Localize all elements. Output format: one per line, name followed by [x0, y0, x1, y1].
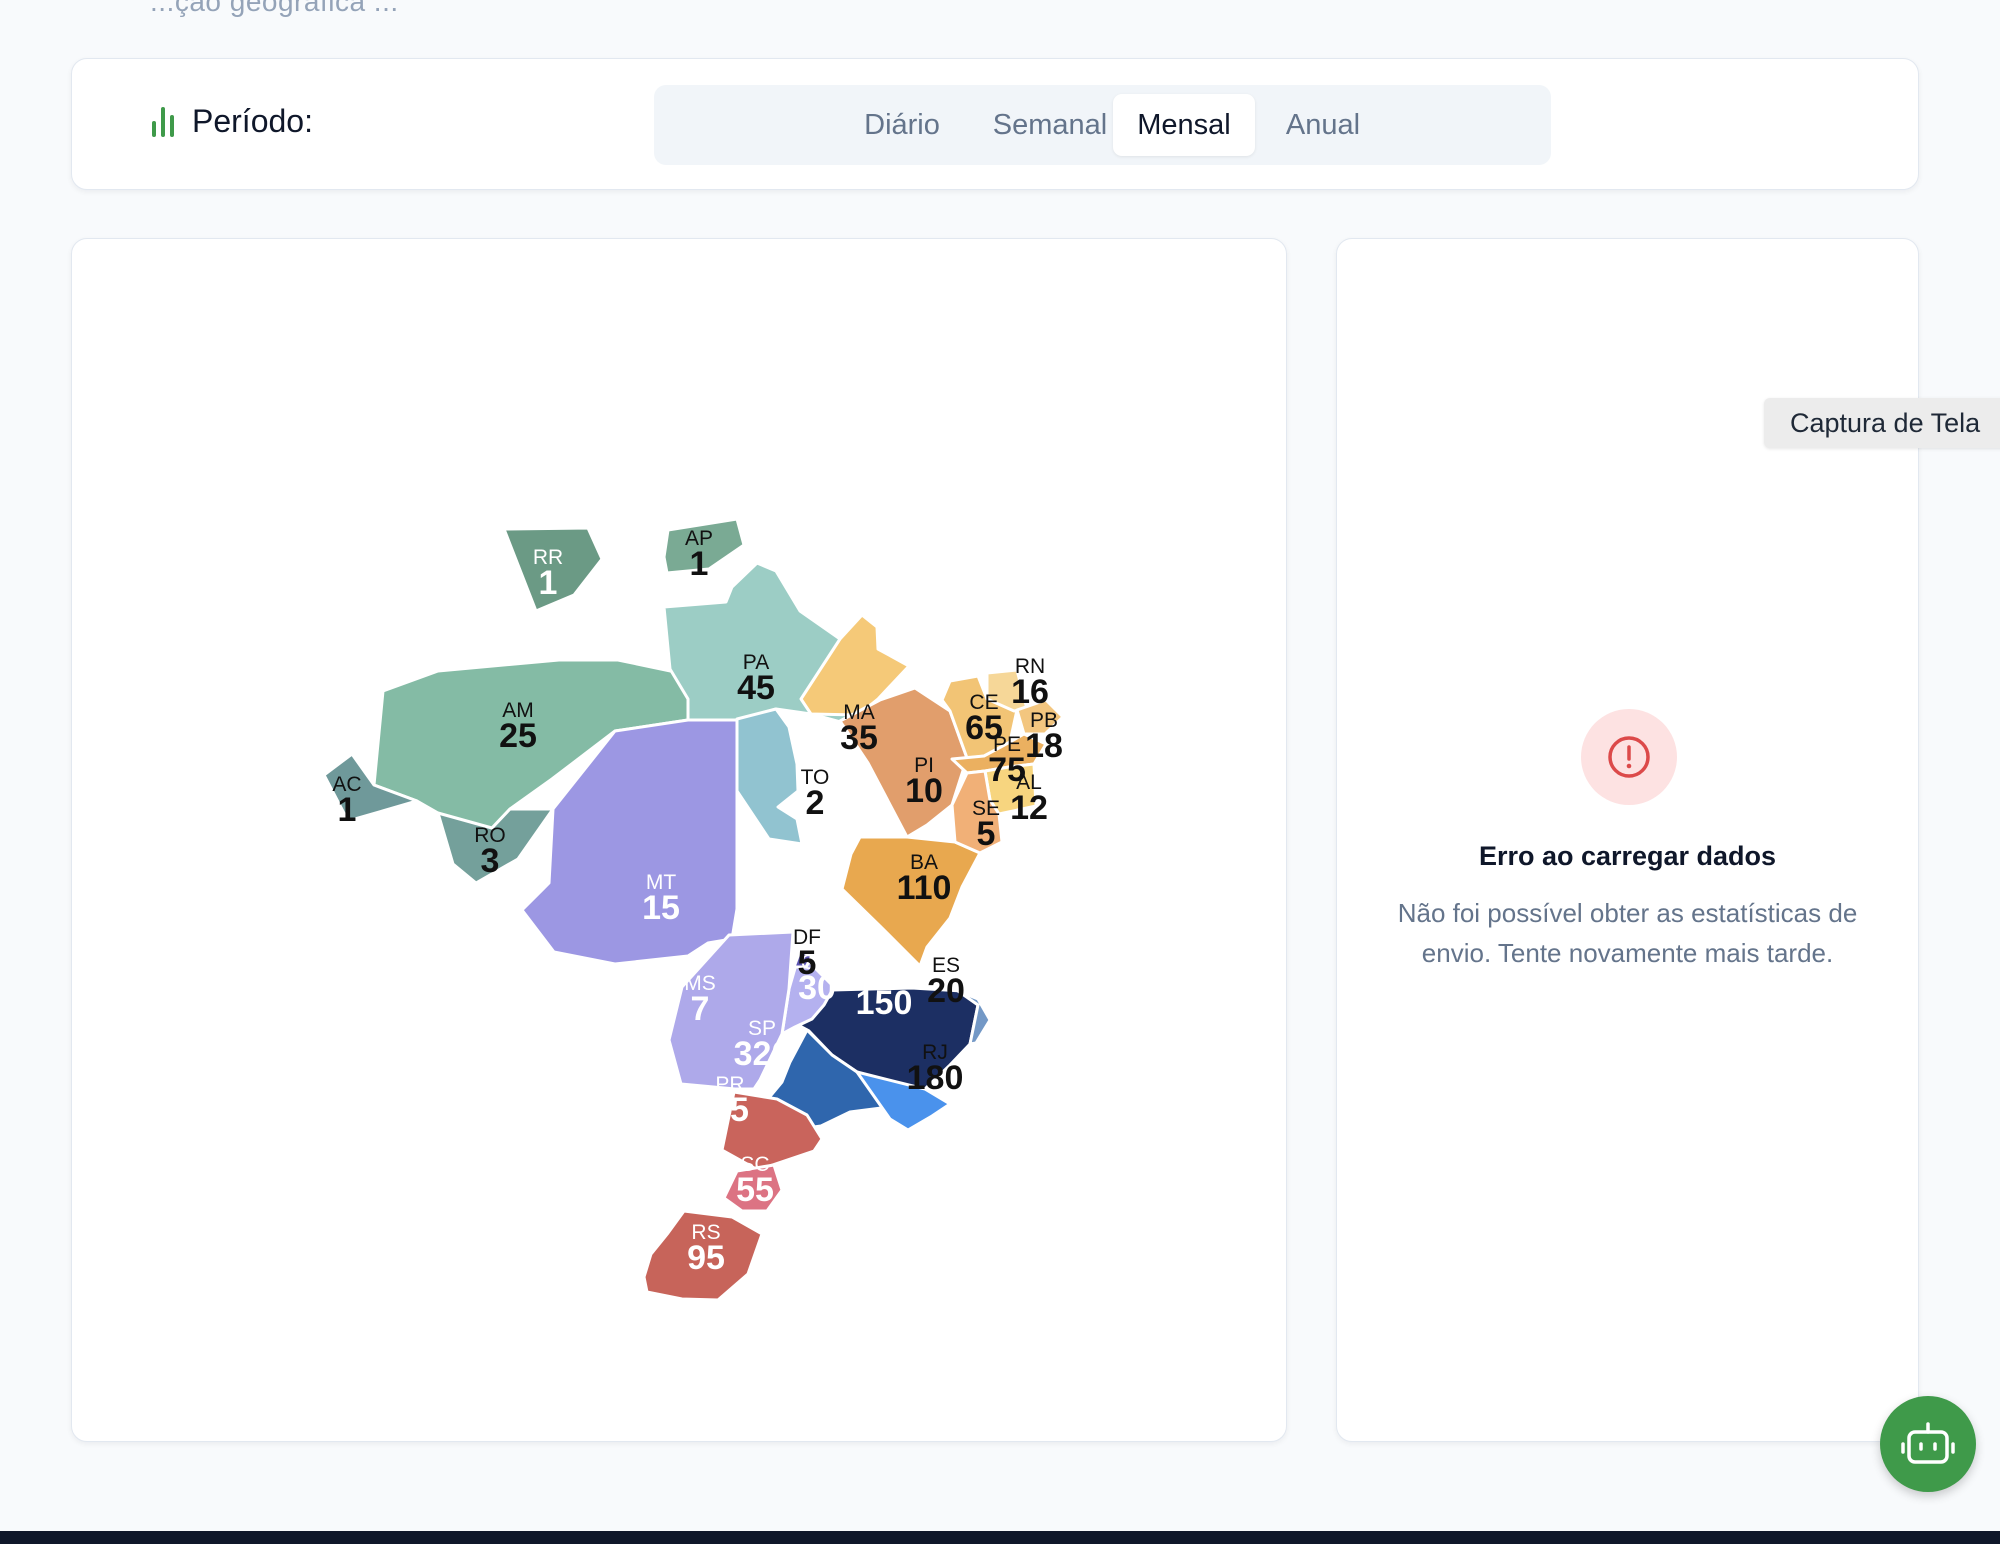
error-title: Erro ao carregar dados [1478, 841, 1777, 871]
state-value-label: 5 [977, 815, 996, 853]
state-value-label: 3 [481, 842, 500, 880]
state-value-label: 95 [687, 1239, 725, 1277]
state-value-label: 5 [798, 944, 817, 982]
state-value-label: 1 [338, 791, 357, 829]
state-value-label: 2 [806, 784, 825, 822]
state-value-label: 180 [907, 1059, 964, 1097]
state-value-label: 10 [905, 772, 943, 810]
alert-circle-icon [1581, 709, 1677, 805]
state-value-label: 7 [691, 990, 710, 1028]
tab-mensal[interactable]: Mensal [1113, 94, 1255, 156]
state-value-label: 1 [690, 545, 709, 583]
period-selector-card: Período: Diário Semanal Mensal Anual [71, 58, 1919, 190]
footer-bar [0, 1531, 2000, 1544]
bar-chart-icon [152, 106, 174, 137]
state-value-label: 25 [499, 717, 537, 755]
state-value-label: 15 [642, 889, 680, 927]
state-value-label: 45 [737, 669, 775, 707]
brazil-map-card: AM 25 PA 45 MT 15 BA 110 MG 150 GO 30 MS 7 SP 320 RJ 180 P… [71, 238, 1287, 1442]
period-label: Período: [192, 103, 313, 139]
state-shape-to[interactable] [735, 707, 804, 846]
state-value-label: 18 [1025, 727, 1063, 765]
tab-semanal[interactable]: Semanal [970, 94, 1130, 156]
error-message: Não foi possível obter as estatísticas d… [1397, 898, 1858, 968]
page-subtitle-fragment: ...ção geográfica ... [150, 0, 399, 17]
tab-diario[interactable]: Diário [837, 94, 967, 156]
robot-icon [1901, 1422, 1955, 1464]
period-segmented-control: Diário Semanal Mensal Anual [654, 85, 1551, 165]
screenshot-tooltip: Captura de Tela [1764, 398, 2000, 448]
state-value-label: 110 [897, 869, 952, 907]
brazil-map: AM25PA45MT15BA110MG150GO30MS7SP320 RJ180P… [322, 517, 1065, 1302]
state-value-label: 320 [734, 1035, 791, 1073]
assistant-button[interactable] [1880, 1396, 1976, 1492]
state-value-label: 20 [927, 972, 965, 1010]
state-value-label: 16 [1011, 673, 1049, 711]
state-value-label: 12 [1010, 789, 1048, 827]
state-value-label: 55 [736, 1171, 774, 1209]
period-label-group: Período: [152, 103, 313, 140]
tab-anual[interactable]: Anual [1258, 94, 1388, 156]
state-value-label: 85 [711, 1091, 749, 1129]
state-value-label: 1 [539, 564, 558, 602]
state-value-label: 150 [856, 984, 913, 1022]
state-value-label: 35 [840, 719, 878, 757]
